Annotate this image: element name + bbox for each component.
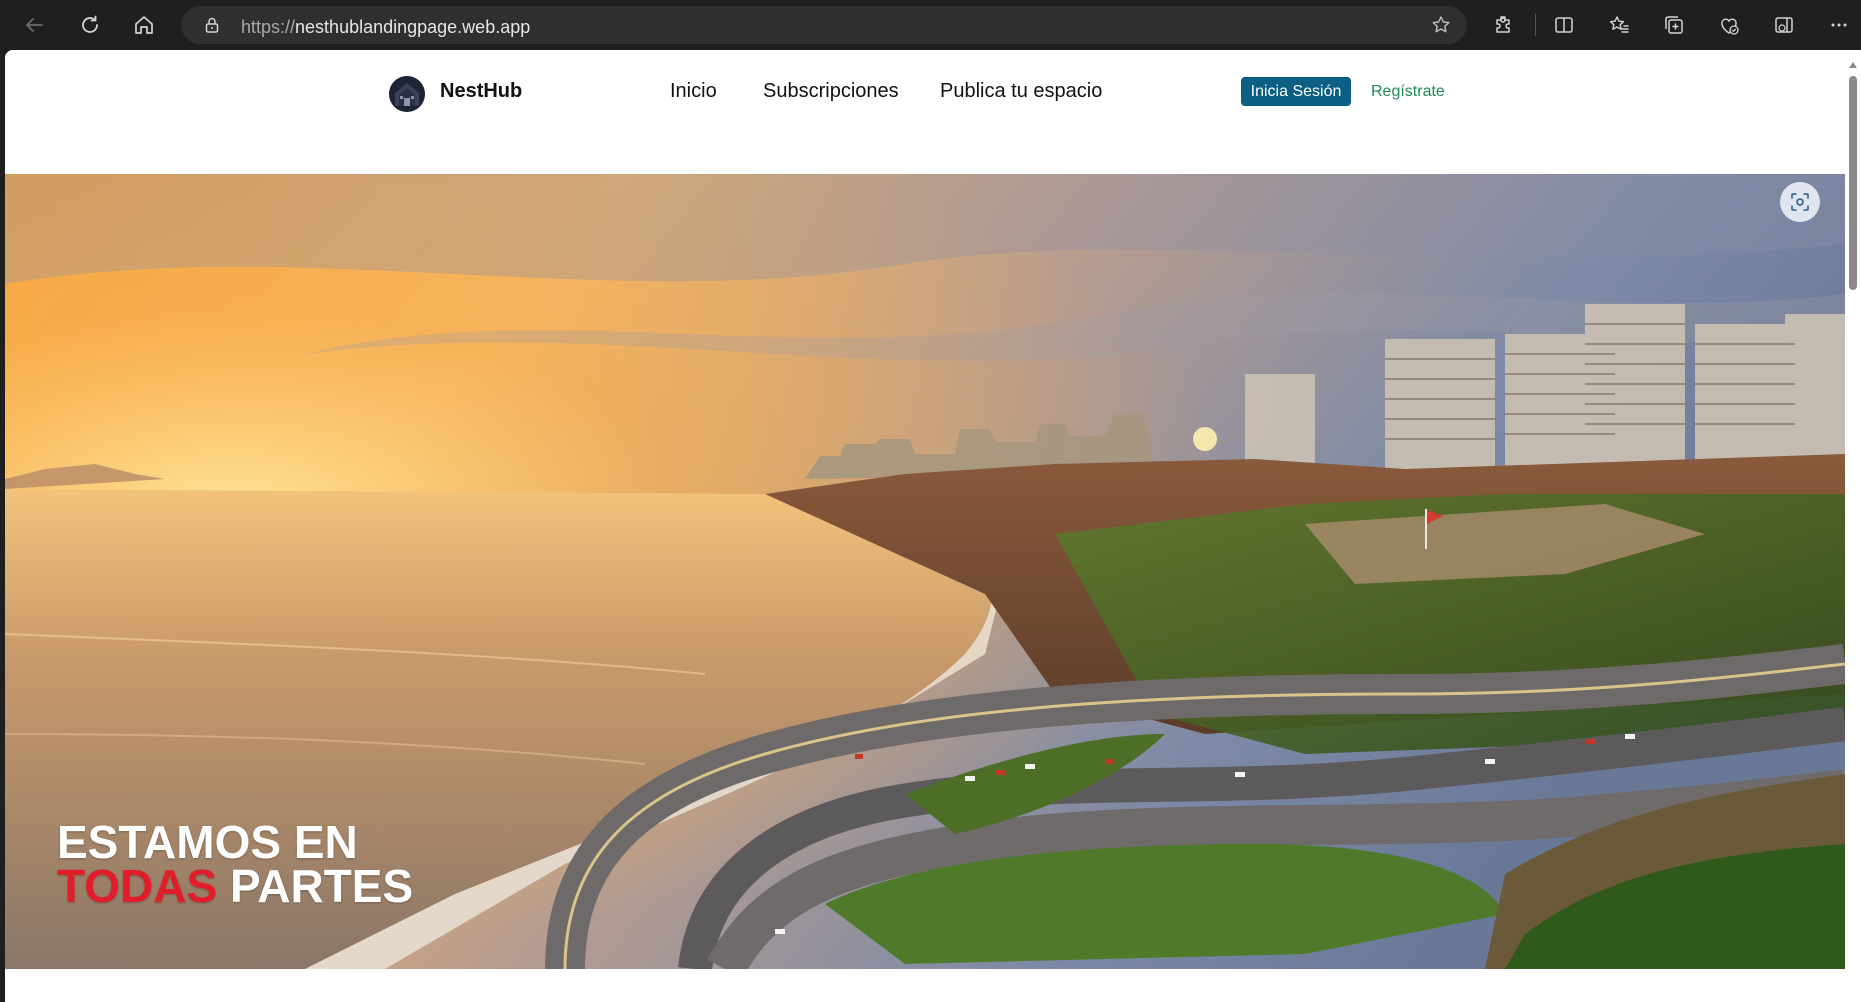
split-screen-icon	[1555, 17, 1573, 33]
hero-title-accent: TODAS	[57, 860, 218, 912]
more-menu-button[interactable]	[1824, 10, 1854, 40]
refresh-button[interactable]	[74, 9, 106, 41]
back-icon	[26, 18, 43, 32]
star-icon[interactable]	[1431, 15, 1451, 35]
nav-link-inicio[interactable]: Inicio	[670, 80, 717, 103]
scroll-thumb[interactable]	[1849, 76, 1857, 290]
collections-icon	[1665, 16, 1683, 34]
hero-title-rest: PARTES	[217, 860, 414, 912]
login-button[interactable]: Inicia Sesión	[1241, 77, 1351, 106]
back-button[interactable]	[18, 9, 50, 41]
browser-essentials-icon	[1721, 18, 1739, 35]
home-button[interactable]	[128, 9, 160, 41]
favorites-icon	[1609, 16, 1629, 33]
visual-search-button[interactable]	[1780, 182, 1820, 222]
nesthub-logo[interactable]	[389, 76, 425, 112]
collections-button[interactable]	[1659, 10, 1689, 40]
url-host: nesthublandingpage.web.app	[295, 17, 531, 37]
hero-banner: ESTAMOS EN TODAS PARTES	[5, 174, 1845, 969]
refresh-icon	[82, 15, 98, 33]
sidebar-icon	[1775, 17, 1793, 33]
register-link[interactable]: Regístrate	[1371, 83, 1445, 101]
extensions-button[interactable]	[1489, 10, 1519, 40]
vertical-scrollbar[interactable]	[1845, 50, 1861, 1002]
url-protocol: https://	[241, 17, 296, 37]
site-header: NestHub Inicio Subscripciones Publica tu…	[5, 50, 1845, 174]
home-icon	[135, 16, 153, 34]
extensions-icon	[1496, 16, 1510, 33]
lock-icon[interactable]	[203, 16, 221, 34]
hero-title: ESTAMOS EN TODAS PARTES	[57, 819, 413, 909]
more-icon	[1831, 23, 1847, 27]
page-viewport: NestHub Inicio Subscripciones Publica tu…	[5, 50, 1845, 1002]
nav-link-publica[interactable]: Publica tu espacio	[940, 80, 1102, 103]
favorites-button[interactable]	[1604, 10, 1634, 40]
address-bar[interactable]: https://nesthublandingpage.web.app	[181, 6, 1467, 44]
visual-search-icon	[1791, 193, 1809, 211]
browser-toolbar: https://nesthublandingpage.web.app	[0, 0, 1861, 50]
url-text: https://nesthublandingpage.web.app	[241, 17, 530, 38]
split-screen-button[interactable]	[1549, 10, 1579, 40]
nav-link-subscripciones[interactable]: Subscripciones	[763, 80, 899, 103]
toolbar-divider	[1535, 14, 1536, 36]
logo-house-icon	[389, 76, 425, 112]
brand-name[interactable]: NestHub	[440, 80, 522, 103]
browser-essentials-button[interactable]	[1714, 10, 1744, 40]
sidebar-button[interactable]	[1769, 10, 1799, 40]
scroll-up-arrow-icon[interactable]	[1849, 62, 1857, 68]
